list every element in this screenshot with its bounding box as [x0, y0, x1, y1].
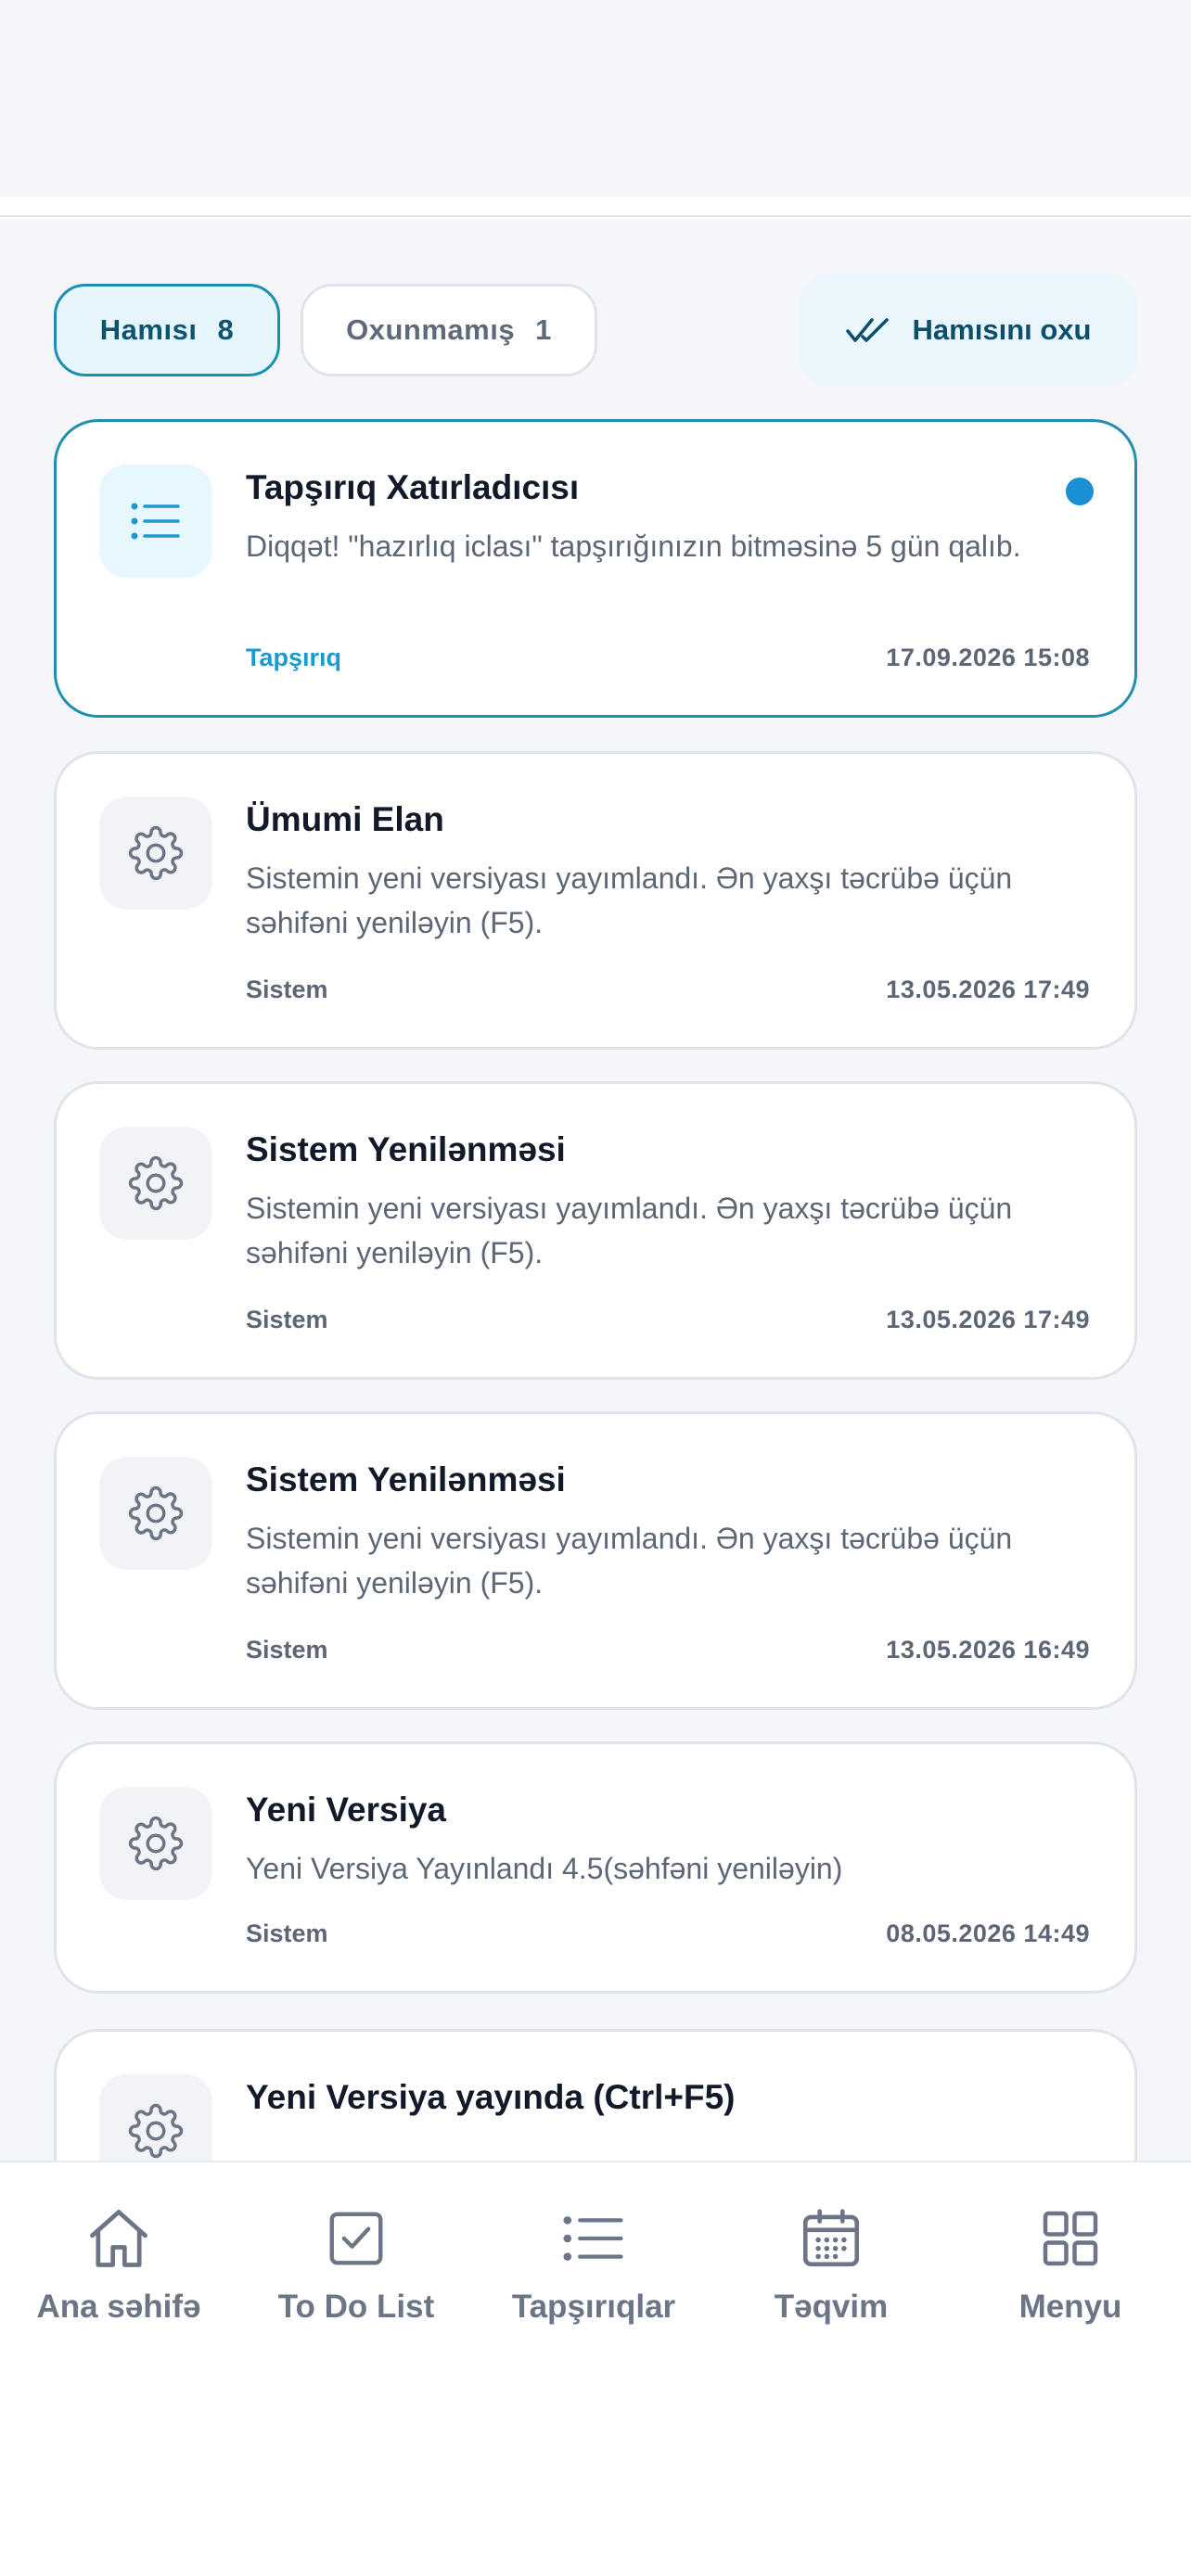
notification-title: Yeni Versiya [246, 1791, 447, 1829]
notification-card[interactable]: Sistem Yenilənməsi Sistemin yeni versiya… [54, 1081, 1137, 1380]
notification-category: Sistem [246, 1306, 328, 1333]
notification-message: Sistemin yeni versiyası yayımlandı. Ən y… [246, 1522, 1013, 1600]
gear-icon [128, 2103, 184, 2159]
notification-card[interactable]: Yeni Versiya yayında (Ctrl+F5) [54, 2029, 1137, 2161]
filter-all-count: 8 [217, 313, 235, 346]
notification-icon-box [99, 1127, 212, 1240]
notification-time: 13.05.2026 17:49 [886, 976, 1090, 1003]
notification-title: Sistem Yenilənməsi [246, 1460, 566, 1498]
gear-icon [128, 825, 184, 881]
nav-home-label: Ana səhifə [36, 2289, 201, 2325]
notification-message: Diqqət! "hazırlıq iclası" tapşırığınızın… [246, 529, 1021, 563]
grid-menu-icon [1043, 2211, 1098, 2266]
notification-title: Yeni Versiya yayında (Ctrl+F5) [246, 2078, 736, 2116]
notification-title: Tapşırıq Xatırladıcısı [246, 468, 580, 506]
notification-icon-box [99, 1457, 212, 1570]
bottom-safe-area [0, 2378, 1191, 2576]
notification-time: 13.05.2026 16:49 [886, 1636, 1090, 1664]
filter-unread-count: 1 [535, 313, 552, 346]
notification-category: Tapşırıq [246, 644, 342, 671]
notification-category: Sistem [246, 1919, 328, 1947]
notifications-panel: Hamısı 8 Oxunmamış 1 Hamısını oxu Tapşır… [0, 219, 1191, 2161]
notification-card[interactable]: Sistem Yenilənməsi Sistemin yeni versiya… [54, 1411, 1137, 1710]
nav-todo[interactable]: To Do List [237, 2162, 475, 2379]
gear-icon [128, 1486, 184, 1541]
calendar-icon [802, 2209, 860, 2267]
nav-menu-label: Menyu [1018, 2289, 1122, 2325]
notification-card[interactable]: Ümumi Elan Sistemin yeni versiyası yayım… [54, 751, 1137, 1050]
nav-tasks-label: Tapşırıqlar [511, 2289, 676, 2325]
checkbox-icon [329, 2212, 383, 2265]
notification-title: Sistem Yenilənməsi [246, 1130, 566, 1168]
filter-all-chip[interactable]: Hamısı 8 [54, 284, 280, 376]
notification-card[interactable]: Yeni Versiya Yeni Versiya Yayınlandı 4.5… [54, 1741, 1137, 1994]
notification-card[interactable]: Tapşırıq Xatırladıcısı Diqqət! "hazırlıq… [54, 419, 1137, 718]
nav-calendar-label: Təqvim [774, 2289, 889, 2325]
mark-all-read-button[interactable]: Hamısını oxu [800, 274, 1137, 386]
header-divider [0, 197, 1191, 217]
notification-time: 08.05.2026 14:49 [886, 1919, 1090, 1947]
filter-unread-label: Oxunmamış [346, 313, 516, 346]
notification-title: Ümumi Elan [246, 800, 444, 838]
mark-all-read-label: Hamısını oxu [912, 313, 1092, 346]
double-check-icon [845, 318, 889, 342]
filter-all-label: Hamısı [99, 313, 198, 346]
notification-icon-box [99, 2074, 212, 2161]
nav-todo-label: To Do List [277, 2289, 435, 2325]
filter-unread-chip[interactable]: Oxunmamış 1 [301, 284, 597, 376]
gear-icon [128, 1155, 184, 1211]
nav-menu[interactable]: Menyu [950, 2162, 1191, 2379]
nav-calendar[interactable]: Təqvim [712, 2162, 950, 2379]
nav-home[interactable]: Ana səhifə [0, 2162, 237, 2379]
notification-icon-box [99, 797, 212, 910]
notification-time: 13.05.2026 17:49 [886, 1306, 1090, 1333]
nav-tasks[interactable]: Tapşırıqlar [475, 2162, 712, 2379]
bottom-navigation: Ana səhifə To Do List Tapşırıqlar Təqvim… [0, 2161, 1191, 2378]
notification-category: Sistem [246, 1636, 328, 1664]
notification-icon-box [99, 1787, 212, 1900]
notification-message: Yeni Versiya Yayınlandı 4.5(səhfəni yeni… [246, 1852, 843, 1885]
top-header-area [0, 0, 1191, 197]
list-icon [131, 503, 180, 540]
unread-indicator-dot [1066, 478, 1094, 505]
notification-icon-box [99, 465, 212, 578]
list-icon [563, 2216, 623, 2261]
notification-message: Sistemin yeni versiyası yayımlandı. Ən y… [246, 861, 1013, 939]
notification-category: Sistem [246, 976, 328, 1003]
gear-icon [128, 1816, 184, 1871]
home-icon [90, 2210, 147, 2267]
notification-time: 17.09.2026 15:08 [886, 644, 1090, 671]
notification-message: Sistemin yeni versiyası yayımlandı. Ən y… [246, 1192, 1013, 1269]
